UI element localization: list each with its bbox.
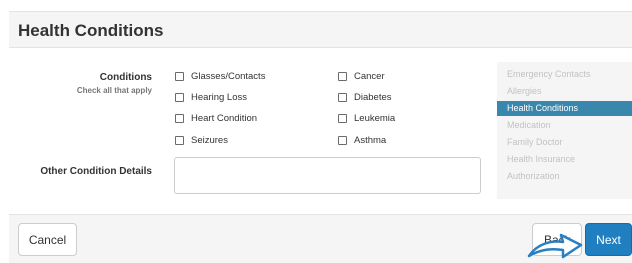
page-title: Health Conditions: [18, 21, 164, 40]
checkbox-heart-condition[interactable]: Heart Condition: [175, 113, 257, 124]
sidebar-item-health-insurance[interactable]: Health Insurance: [497, 152, 632, 167]
checkbox-box[interactable]: [338, 93, 347, 102]
checkbox-box[interactable]: [175, 136, 184, 145]
checkbox-label: Hearing Loss: [191, 92, 247, 103]
checkbox-box[interactable]: [175, 93, 184, 102]
sidebar-nav: Emergency Contacts Allergies Health Cond…: [497, 62, 632, 199]
checkbox-label: Asthma: [354, 135, 387, 146]
checkbox-box[interactable]: [338, 72, 347, 81]
checkbox-seizures[interactable]: Seizures: [175, 135, 228, 146]
checkbox-asthma[interactable]: Asthma: [338, 135, 386, 146]
page-header: Health Conditions: [9, 11, 632, 48]
checkbox-glasses-contacts[interactable]: Glasses/Contacts: [175, 71, 265, 82]
checkbox-label: Heart Condition: [191, 113, 258, 124]
sidebar-item-health-conditions[interactable]: Health Conditions: [497, 101, 632, 116]
sidebar-item-authorization[interactable]: Authorization: [497, 169, 632, 184]
cancel-button[interactable]: Cancel: [18, 223, 77, 256]
checkbox-label: Leukemia: [354, 113, 396, 124]
checkbox-diabetes[interactable]: Diabetes: [338, 92, 392, 103]
checkbox-label: Diabetes: [354, 92, 392, 103]
checkbox-box[interactable]: [175, 72, 184, 81]
checkbox-hearing-loss[interactable]: Hearing Loss: [175, 92, 247, 103]
checkbox-box[interactable]: [338, 136, 347, 145]
checkbox-label: Glasses/Contacts: [191, 71, 266, 82]
checkbox-box[interactable]: [175, 114, 184, 123]
other-condition-label: Other Condition Details: [40, 166, 152, 177]
checkbox-box[interactable]: [338, 114, 347, 123]
curved-arrow-icon: [527, 233, 583, 259]
conditions-label: Conditions: [99, 72, 152, 83]
sidebar-item-medication[interactable]: Medication: [497, 118, 632, 133]
sidebar-item-emergency-contacts[interactable]: Emergency Contacts: [497, 67, 632, 82]
checkbox-label: Seizures: [191, 135, 228, 146]
checkbox-leukemia[interactable]: Leukemia: [338, 113, 395, 124]
sidebar-item-family-doctor[interactable]: Family Doctor: [497, 135, 632, 150]
checkbox-label: Cancer: [354, 71, 385, 82]
conditions-sublabel: Check all that apply: [76, 86, 152, 95]
checkbox-cancer[interactable]: Cancer: [338, 71, 385, 82]
sidebar-item-allergies[interactable]: Allergies: [497, 84, 632, 99]
other-condition-details-input[interactable]: [174, 157, 481, 194]
next-button[interactable]: Next: [585, 223, 632, 256]
